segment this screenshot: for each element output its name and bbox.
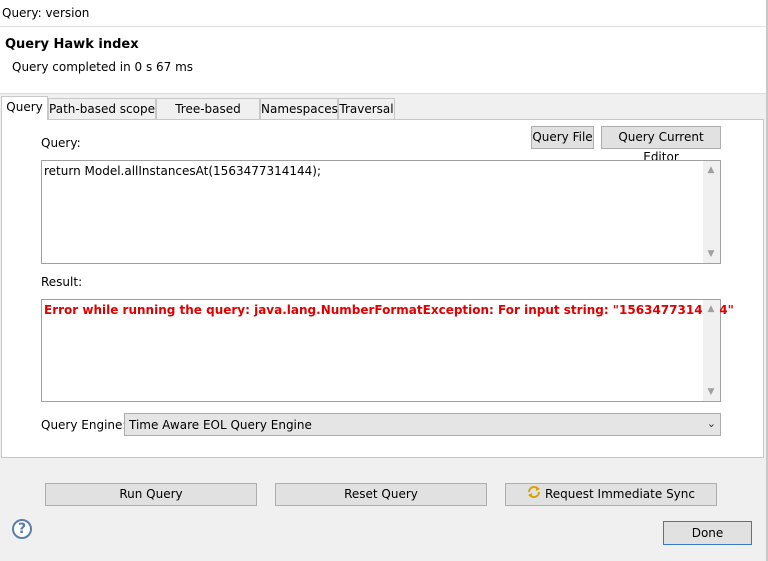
query-engine-label: Query Engine: [41, 418, 127, 432]
sync-icon [527, 485, 541, 505]
tab-path-based-scope[interactable]: Path-based scope [48, 98, 156, 119]
dialog-header: Query Hawk index Query completed in 0 s … [0, 27, 766, 94]
query-input[interactable]: return Model.allInstancesAt(156347731414… [41, 160, 721, 264]
help-icon[interactable]: ? [12, 519, 32, 539]
request-immediate-sync-button[interactable]: Request Immediate Sync [505, 483, 717, 506]
tab-query[interactable]: Query [1, 96, 48, 120]
scroll-down-icon[interactable]: ▼ [706, 249, 716, 259]
query-text: return Model.allInstancesAt(156347731414… [44, 164, 322, 178]
result-label: Result: [41, 275, 83, 289]
reset-query-button[interactable]: Reset Query [275, 483, 487, 506]
scroll-down-icon[interactable]: ▼ [706, 387, 716, 397]
tab-namespaces[interactable]: Namespaces [260, 98, 338, 119]
title-bar: Query: version [0, 0, 768, 26]
tab-tree-based-scope[interactable]: Tree-based scope [156, 98, 260, 136]
query-file-button[interactable]: Query File [531, 126, 594, 149]
query-current-editor-button[interactable]: Query Current Editor [601, 126, 721, 164]
scroll-up-icon[interactable]: ▲ [706, 304, 716, 314]
done-button[interactable]: Done [663, 521, 752, 545]
scroll-up-icon[interactable]: ▲ [706, 165, 716, 175]
result-output[interactable]: Error while running the query: java.lang… [41, 299, 734, 402]
result-scrollbar[interactable]: ▲ ▼ [703, 300, 720, 401]
query-label: Query: [41, 136, 81, 150]
result-error-text: Error while running the query: java.lang… [44, 303, 734, 317]
chevron-down-icon[interactable]: ⌄ [707, 417, 716, 430]
query-scrollbar[interactable]: ▲ ▼ [703, 161, 720, 263]
tab-traversal[interactable]: Traversal [338, 98, 395, 119]
dialog-title: Query Hawk index [5, 37, 139, 52]
status-message: Query completed in 0 s 67 ms [12, 60, 194, 74]
query-engine-select[interactable]: Time Aware EOL Query Engine ⌄ [124, 413, 721, 436]
run-query-button[interactable]: Run Query [45, 483, 257, 506]
window-title: Query: version [2, 6, 90, 20]
query-engine-value: Time Aware EOL Query Engine [129, 418, 312, 432]
request-sync-label: Request Immediate Sync [545, 487, 695, 501]
